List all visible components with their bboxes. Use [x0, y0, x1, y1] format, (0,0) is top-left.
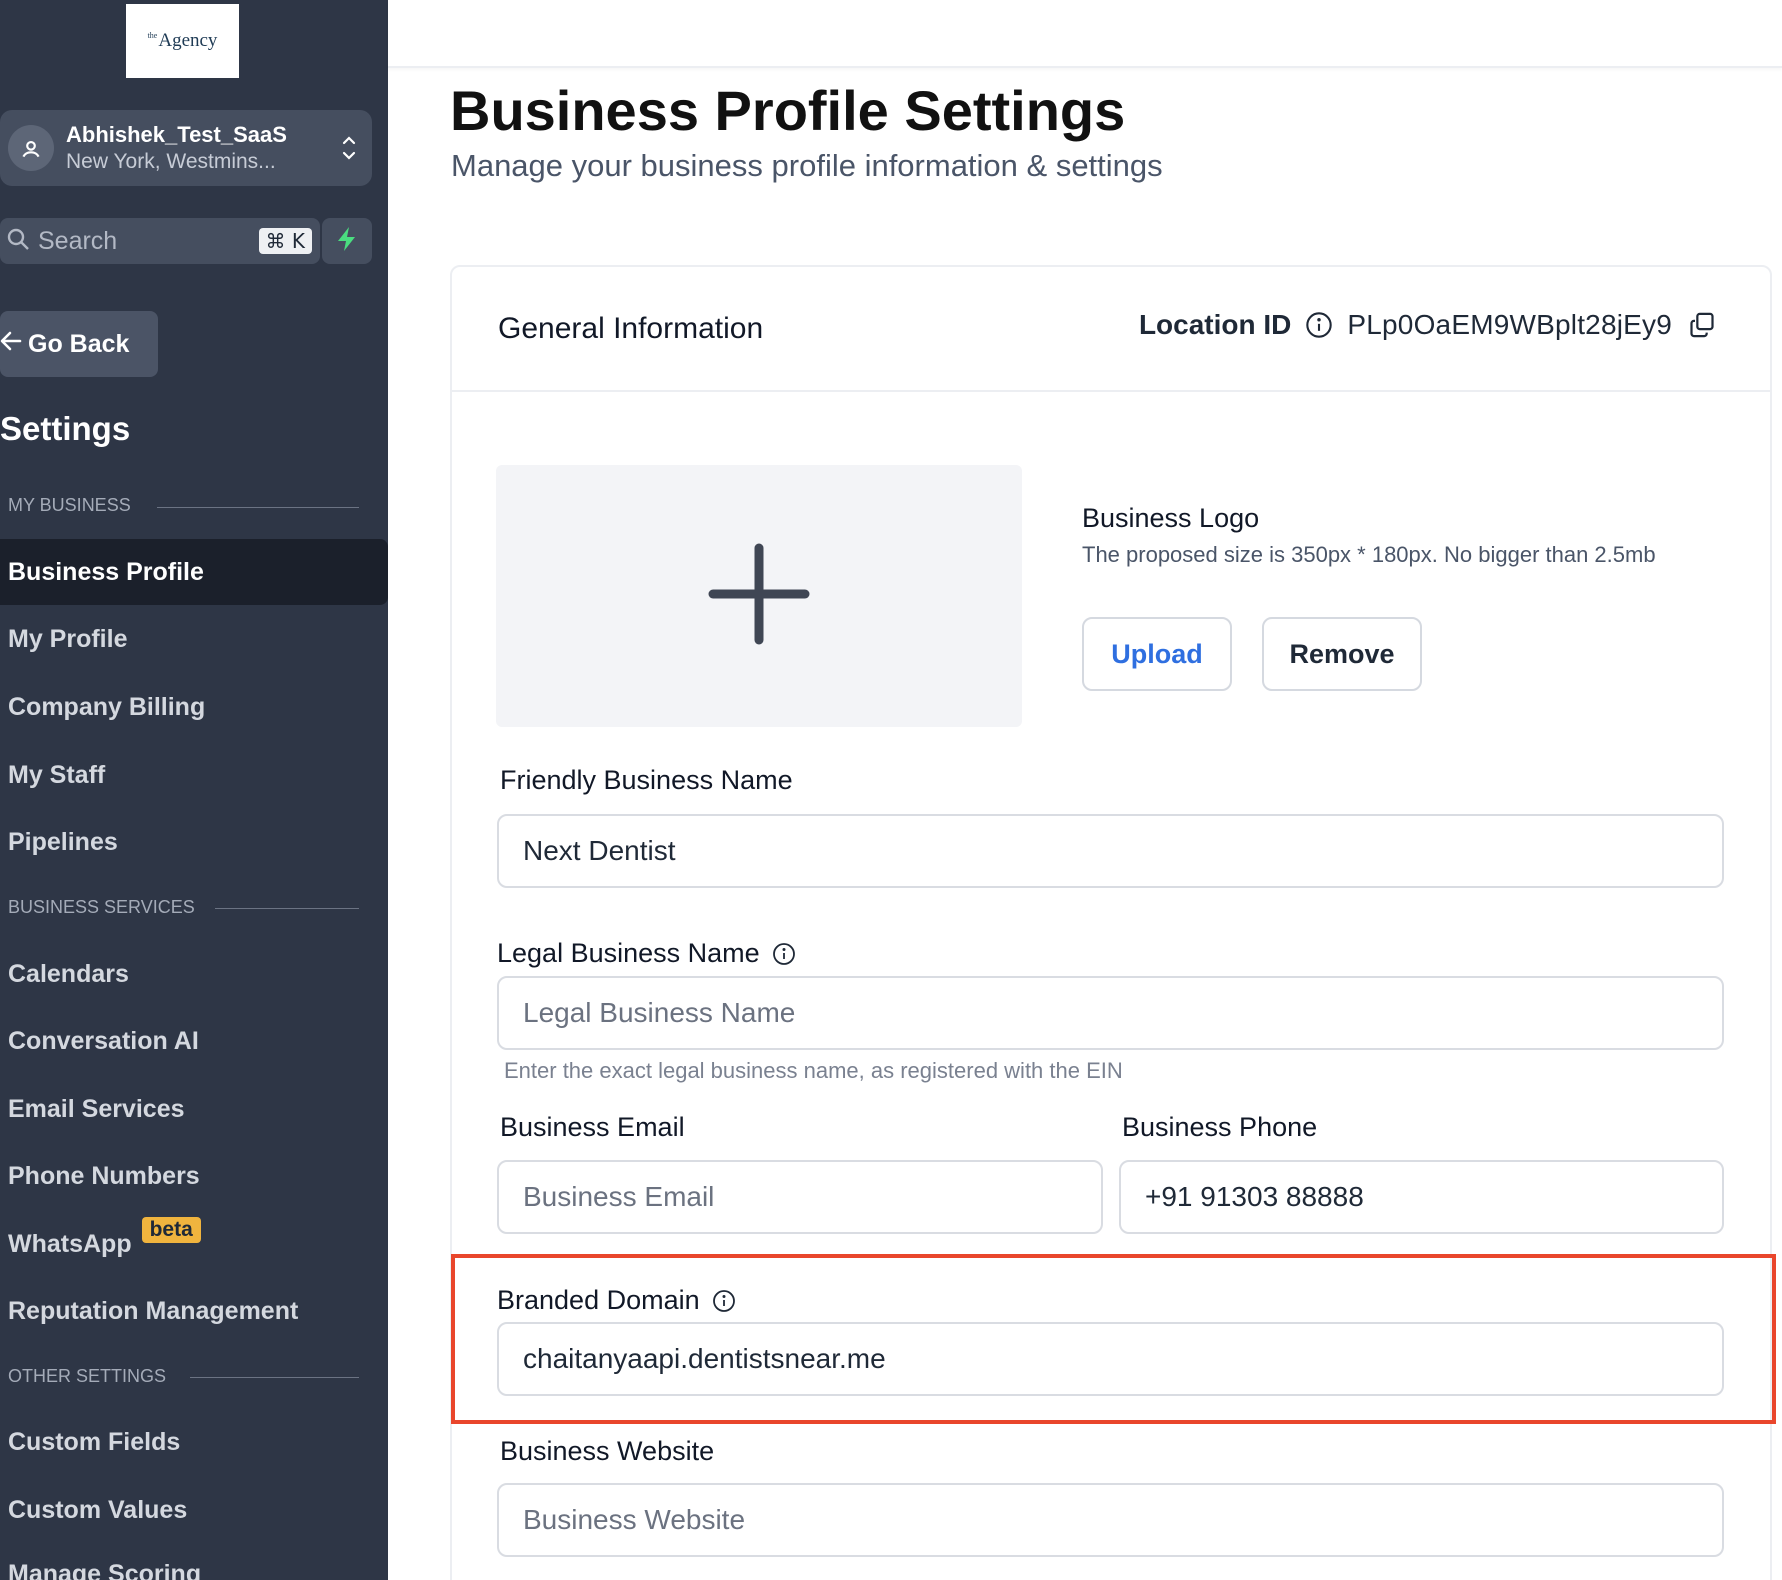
- legal-name-helper: Enter the exact legal business name, as …: [504, 1058, 1123, 1083]
- arrow-left-icon: [0, 330, 22, 359]
- section-business-services: BUSINESS SERVICES: [8, 897, 195, 917]
- business-email-input[interactable]: Business Email: [497, 1160, 1103, 1234]
- agency-logo[interactable]: theAgency: [126, 4, 239, 78]
- branded-domain-label-text: Branded Domain: [497, 1285, 700, 1315]
- info-icon[interactable]: [772, 942, 796, 966]
- settings-title: Settings: [0, 410, 131, 447]
- sidebar-item-phone-numbers[interactable]: Phone Numbers: [0, 1143, 388, 1209]
- section-divider: [157, 507, 359, 508]
- branded-domain-input[interactable]: chaitanyaapi.dentistsnear.me: [497, 1322, 1724, 1396]
- business-website-input[interactable]: Business Website: [497, 1483, 1724, 1557]
- upload-button[interactable]: Upload: [1082, 617, 1232, 691]
- business-phone-label: Business Phone: [1122, 1112, 1318, 1142]
- info-icon[interactable]: [1305, 311, 1333, 339]
- account-location: New York, Westmins...: [66, 149, 276, 173]
- go-back-label: Go Back: [28, 329, 130, 358]
- quick-actions-button[interactable]: [322, 218, 372, 264]
- lightning-bolt-icon: [336, 226, 358, 257]
- section-divider: [215, 908, 359, 909]
- sidebar-item-calendars[interactable]: Calendars: [0, 941, 388, 1007]
- legal-name-input[interactable]: Legal Business Name: [497, 976, 1724, 1050]
- friendly-name-input[interactable]: Next Dentist: [497, 814, 1724, 888]
- legal-name-label-text: Legal Business Name: [497, 938, 760, 968]
- search-shortcut: ⌘ K: [258, 228, 312, 254]
- beta-badge: beta: [141, 1217, 201, 1243]
- friendly-name-label: Friendly Business Name: [500, 765, 793, 795]
- copy-icon[interactable]: [1688, 311, 1716, 339]
- card-header: General Information Location ID PLp0OaEM…: [452, 267, 1770, 392]
- remove-button[interactable]: Remove: [1262, 617, 1422, 691]
- location-id: Location ID PLp0OaEM9WBplt28jEy9: [1139, 309, 1716, 341]
- chevron-up-down-icon: [336, 132, 362, 164]
- sidebar-item-reputation-management[interactable]: Reputation Management: [0, 1278, 388, 1344]
- account-name: Abhishek_Test_SaaS: [66, 122, 287, 148]
- section-other-settings: OTHER SETTINGS: [8, 1366, 167, 1386]
- location-pin-icon: [8, 125, 54, 171]
- business-logo-title: Business Logo: [1082, 503, 1260, 533]
- sidebar-item-business-profile[interactable]: Business Profile: [0, 539, 388, 605]
- legal-name-label: Legal Business Name: [497, 938, 796, 969]
- section-my-business: MY BUSINESS: [8, 495, 131, 515]
- page-subtitle: Manage your business profile information…: [451, 148, 1163, 183]
- search-icon: [6, 227, 30, 256]
- business-website-label: Business Website: [500, 1436, 715, 1466]
- info-icon[interactable]: [712, 1289, 736, 1313]
- top-bar: [388, 0, 1782, 68]
- search-placeholder: Search: [38, 226, 118, 255]
- business-logo-hint: The proposed size is 350px * 180px. No b…: [1082, 542, 1656, 567]
- business-phone-input[interactable]: +91 91303 88888: [1119, 1160, 1724, 1234]
- sidebar-item-custom-values[interactable]: Custom Values: [0, 1477, 388, 1543]
- section-divider: [190, 1377, 359, 1378]
- page-title: Business Profile Settings: [450, 79, 1126, 142]
- sidebar-item-my-profile[interactable]: My Profile: [0, 606, 388, 672]
- business-email-label: Business Email: [500, 1112, 685, 1142]
- card-title: General Information: [498, 312, 764, 345]
- sidebar-item-email-services[interactable]: Email Services: [0, 1076, 388, 1142]
- sidebar: theAgency Abhishek_Test_SaaS New York, W…: [0, 0, 388, 1580]
- logo-upload-dropzone[interactable]: [496, 465, 1022, 727]
- sidebar-item-whatsapp[interactable]: WhatsApp beta: [0, 1211, 388, 1277]
- sidebar-item-custom-fields[interactable]: Custom Fields: [0, 1409, 388, 1475]
- sidebar-item-pipelines[interactable]: Pipelines: [0, 809, 388, 875]
- location-id-value: PLp0OaEM9WBplt28jEy9: [1347, 309, 1672, 340]
- sidebar-item-label: WhatsApp: [8, 1229, 132, 1258]
- account-switcher[interactable]: Abhishek_Test_SaaS New York, Westmins...: [0, 110, 372, 186]
- go-back-button[interactable]: Go Back: [0, 311, 158, 377]
- search-input[interactable]: Search ⌘ K: [0, 218, 320, 264]
- location-id-label: Location ID: [1138, 309, 1292, 340]
- plus-icon: [707, 542, 811, 651]
- sidebar-item-company-billing[interactable]: Company Billing: [0, 674, 388, 740]
- agency-logo-text: theAgency: [147, 30, 218, 51]
- branded-domain-label: Branded Domain: [497, 1285, 736, 1316]
- sidebar-item-my-staff[interactable]: My Staff: [0, 742, 388, 808]
- sidebar-item-conversation-ai[interactable]: Conversation AI: [0, 1008, 388, 1074]
- sidebar-item-manage-scoring[interactable]: Manage Scoring: [0, 1541, 388, 1580]
